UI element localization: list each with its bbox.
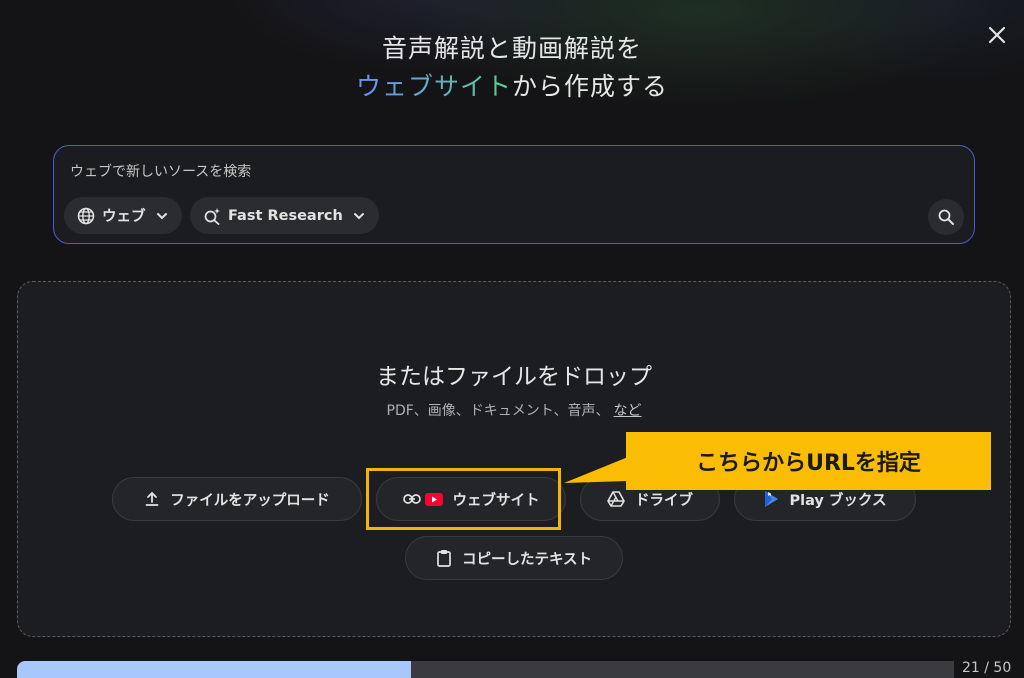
upload-icon (144, 491, 160, 507)
more-formats-link[interactable]: など (614, 403, 642, 419)
source-select-chip[interactable]: ウェブ (64, 197, 182, 234)
website-highlight-box (366, 468, 561, 530)
title-line-2: ウェブサイトから作成する (0, 68, 1024, 106)
copied-text-button[interactable]: コピーしたテキスト (405, 536, 623, 580)
search-input[interactable] (70, 161, 930, 183)
play-books-label: Play ブックス (789, 492, 887, 509)
page-counter: 21 / 50 (962, 660, 1012, 676)
title-accent: ウェブサイト (355, 72, 512, 101)
progress-bar (17, 661, 954, 678)
chevron-down-icon (349, 206, 369, 226)
chevron-down-icon (152, 206, 172, 226)
globe-icon (76, 206, 96, 226)
search-icon (938, 209, 954, 225)
callout-text: こちらからURLを指定 (696, 451, 921, 476)
dialog-title: 音声解説と動画解説を ウェブサイトから作成する (0, 30, 1024, 106)
research-mode-label: Fast Research (228, 207, 343, 224)
web-search-box: ウェブ Fast Research (53, 145, 975, 244)
file-upload-label: ファイルをアップロード (170, 492, 330, 509)
dropzone-formats: PDF、画像、ドキュメント、音声、 (386, 403, 610, 419)
play-books-icon (763, 490, 779, 508)
progress-bar-fill (17, 661, 411, 678)
title-line-1: 音声解説と動画解説を (381, 34, 642, 63)
file-upload-button[interactable]: ファイルをアップロード (112, 477, 362, 521)
title-line-2-rest: から作成する (512, 72, 669, 101)
dialog: 音声解説と動画解説を ウェブサイトから作成する ウェブで新しいソースを検索 ウェ… (0, 0, 1024, 678)
search-button[interactable] (928, 199, 964, 235)
drive-label: ドライブ (635, 492, 693, 509)
source-select-label: ウェブ (102, 209, 146, 225)
callout-pointer (564, 457, 628, 483)
dropzone-subtitle: PDF、画像、ドキュメント、音声、 など (18, 400, 1010, 420)
sparkle-search-icon (202, 206, 222, 226)
research-mode-chip[interactable]: Fast Research (190, 197, 379, 234)
dropzone-title: またはファイルをドロップ (376, 364, 652, 390)
copied-text-label: コピーしたテキスト (461, 551, 593, 568)
clipboard-icon (436, 549, 452, 567)
annotation-callout: こちらからURLを指定 (626, 432, 991, 490)
